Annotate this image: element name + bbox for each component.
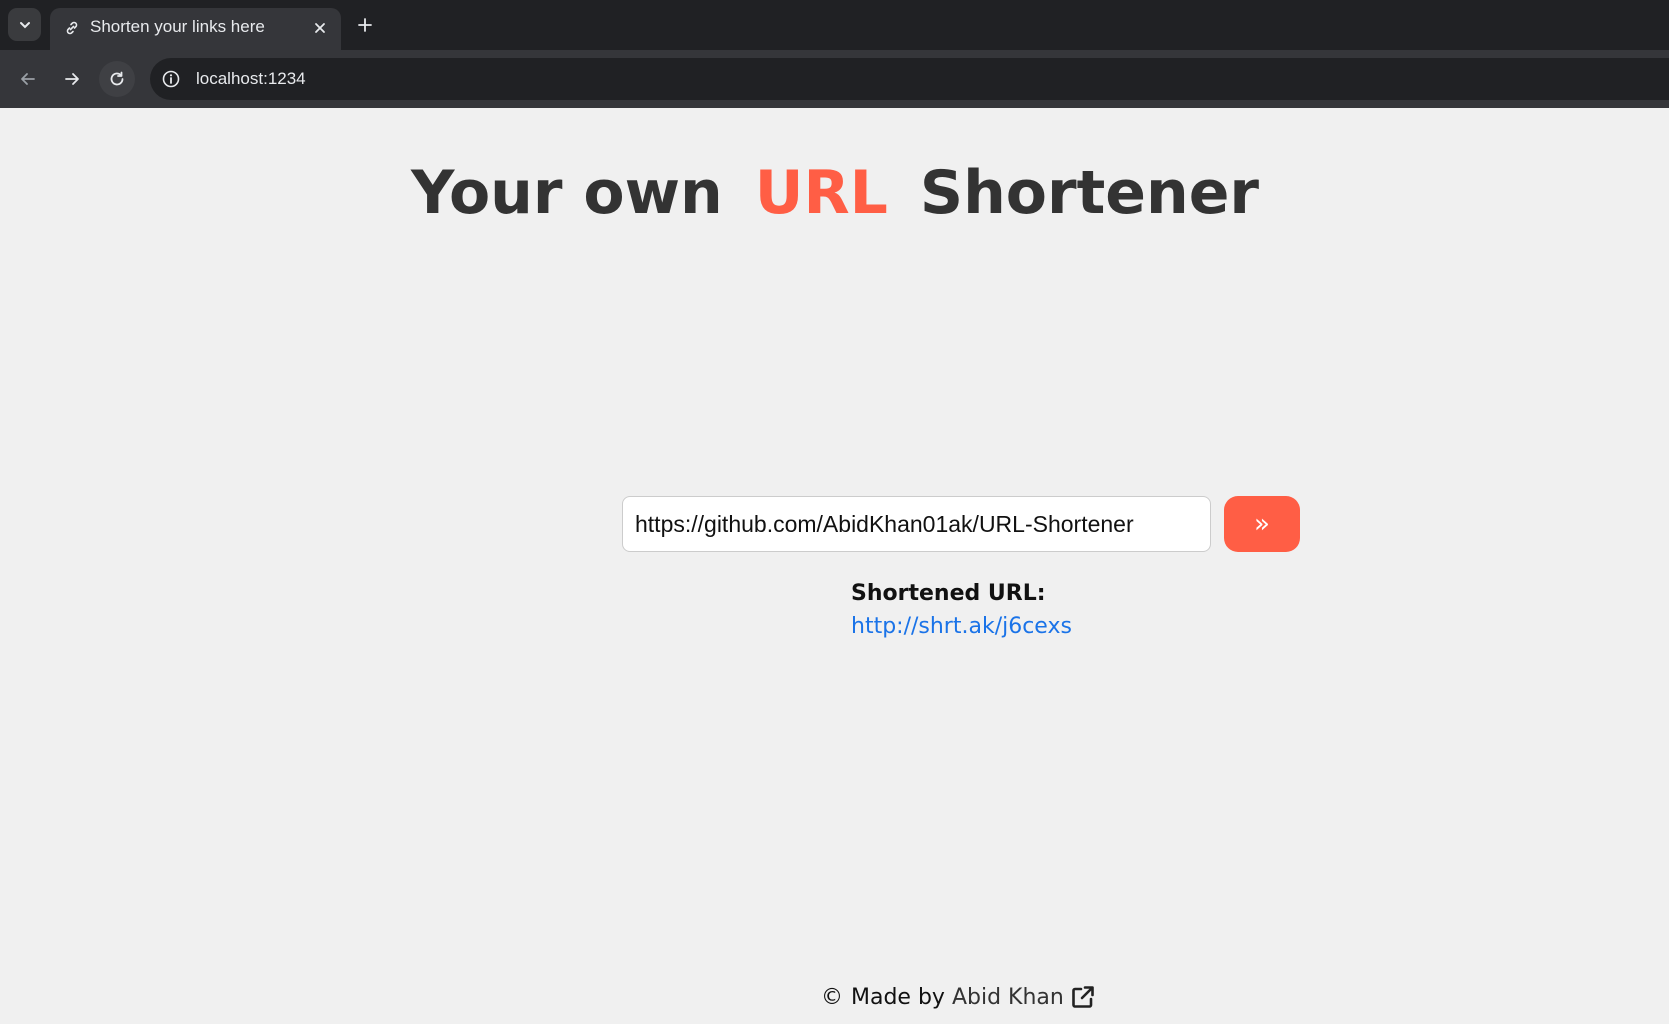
address-bar-url: localhost:1234 xyxy=(196,69,306,88)
link-icon xyxy=(63,19,81,37)
external-link-icon[interactable] xyxy=(1070,984,1096,1010)
arrow-left-icon xyxy=(21,73,35,85)
browser-toolbar: localhost:1234 xyxy=(0,50,1669,108)
shortened-url-link[interactable]: http://shrt.ak/j6cexs xyxy=(851,610,1072,644)
forward-button[interactable] xyxy=(54,61,90,97)
footer: © Made by Abid Khan xyxy=(821,984,1096,1010)
reload-button[interactable] xyxy=(99,61,135,97)
address-bar[interactable]: localhost:1234 xyxy=(150,58,1669,100)
result-section: Shortened URL: http://shrt.ak/j6cexs xyxy=(851,578,1072,644)
url-input[interactable] xyxy=(622,496,1211,552)
copyright-symbol: © xyxy=(821,984,843,1010)
title-part-2: Shortener xyxy=(919,158,1259,228)
reload-icon xyxy=(110,71,124,86)
tab-list-button[interactable] xyxy=(8,8,41,41)
footer-made-by: Made by xyxy=(851,984,945,1010)
page-title: Your own URL Shortener xyxy=(0,158,1669,228)
title-part-1: Your own xyxy=(411,158,723,228)
browser-tab-bar: Shorten your links here xyxy=(0,0,1669,50)
result-label: Shortened URL: xyxy=(851,581,1046,606)
plus-icon[interactable] xyxy=(352,12,378,38)
shorten-form: » xyxy=(622,496,1302,552)
shorten-button[interactable]: » xyxy=(1224,496,1300,552)
arrow-right-icon xyxy=(65,73,79,85)
info-icon[interactable] xyxy=(160,68,182,90)
title-accent: URL xyxy=(754,158,888,228)
chevron-down-icon xyxy=(19,21,30,28)
browser-tab[interactable]: Shorten your links here xyxy=(50,8,341,50)
author-link[interactable]: Abid Khan xyxy=(952,985,1064,1010)
tab-title: Shorten your links here xyxy=(90,17,265,36)
page-content: Your own URL Shortener » Shortened URL: ht… xyxy=(0,108,1669,1024)
back-button[interactable] xyxy=(10,61,46,97)
close-icon[interactable] xyxy=(309,17,331,39)
